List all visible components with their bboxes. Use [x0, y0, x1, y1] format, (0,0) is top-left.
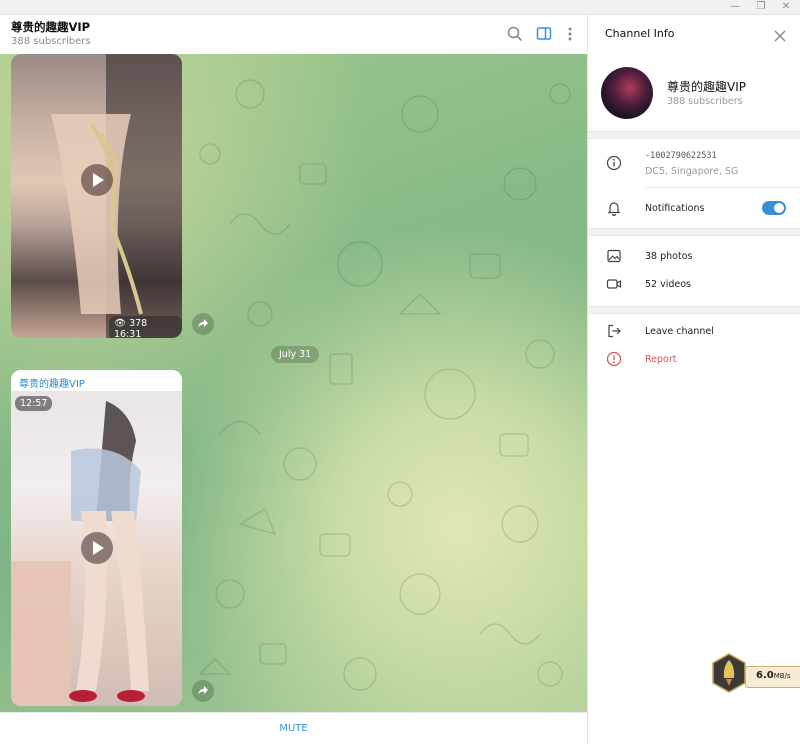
photos-count[interactable]: 38 photos: [645, 251, 692, 262]
channel-avatar[interactable]: [601, 67, 653, 119]
section-divider: [588, 131, 800, 139]
sidebar-toggle-icon[interactable]: [534, 24, 554, 44]
forward-button[interactable]: [192, 680, 214, 702]
channel-info-panel: Channel Info 尊贵的趣趣VIP 388 subscribers -1…: [587, 15, 800, 744]
photo-icon: [606, 248, 622, 264]
video-message-thumbnail[interactable]: [11, 391, 182, 706]
datacenter-location: DC5, Singapore, SG: [645, 166, 739, 177]
chat-title: 尊贵的趣趣VIP: [11, 20, 91, 34]
mute-button[interactable]: MUTE: [0, 723, 587, 734]
report-icon: [606, 351, 622, 367]
close-icon[interactable]: [774, 27, 786, 46]
close-window-button[interactable]: ✕: [772, 0, 800, 14]
leave-icon: [606, 323, 622, 339]
notifications-label: Notifications: [645, 203, 705, 214]
speed-unit: MB/s: [773, 672, 791, 680]
chat-bottom-bar: MUTE: [0, 712, 587, 745]
video-thumbnail-image: [51, 54, 182, 338]
view-count: 378: [129, 318, 148, 329]
row-divider: [645, 187, 800, 188]
channel-name: 尊贵的趣趣VIP: [667, 80, 746, 94]
notifications-toggle[interactable]: [762, 201, 786, 215]
video-duration: 16:31: [114, 329, 142, 338]
leave-channel-button[interactable]: Leave channel: [645, 326, 714, 337]
date-separator: July 31: [271, 346, 320, 363]
forward-button[interactable]: [192, 313, 214, 335]
chat-subscriber-count: 388 subscribers: [11, 36, 91, 47]
toggle-knob: [774, 203, 784, 213]
play-button[interactable]: [81, 164, 113, 196]
channel-subscriber-count: 388 subscribers: [667, 96, 743, 107]
channel-id[interactable]: -1002790622531: [645, 151, 717, 161]
message-header: 尊贵的趣趣VIP: [11, 370, 182, 392]
sender-name[interactable]: 尊贵的趣趣VIP: [19, 375, 85, 390]
videos-count[interactable]: 52 videos: [645, 279, 691, 290]
eye-icon: 👁: [114, 318, 127, 329]
bell-icon: [606, 200, 622, 217]
search-icon[interactable]: [505, 24, 525, 44]
video-message-with-sender[interactable]: 尊贵的趣趣VIP 12:57: [11, 370, 182, 706]
section-divider: [588, 228, 800, 236]
network-speed-widget[interactable]: 6.0MB/s: [709, 652, 800, 694]
panel-title: Channel Info: [605, 27, 675, 40]
info-icon: [606, 155, 622, 171]
rocket-icon: [712, 653, 746, 693]
restore-button[interactable]: ❐: [747, 0, 775, 14]
video-duration: 12:57: [15, 396, 53, 411]
video-stats-badge: 👁 378 16:31: [109, 316, 182, 338]
window-titlebar: — ❐ ✕: [0, 0, 800, 15]
report-button[interactable]: Report: [645, 354, 677, 365]
minimize-button[interactable]: —: [721, 0, 749, 14]
section-divider: [588, 306, 800, 314]
speed-readout: 6.0MB/s: [745, 666, 800, 688]
video-message-thumbnail[interactable]: 👁 378 16:31: [11, 54, 182, 338]
chat-messages-area[interactable]: 👁 378 16:31 July 31 尊贵的趣趣VIP 12:57: [0, 54, 587, 712]
more-vertical-icon[interactable]: [560, 24, 580, 44]
video-icon: [606, 276, 622, 292]
speed-value: 6.0: [756, 670, 774, 681]
chat-header[interactable]: 尊贵的趣趣VIP 388 subscribers: [0, 15, 587, 55]
play-button[interactable]: [81, 532, 113, 564]
